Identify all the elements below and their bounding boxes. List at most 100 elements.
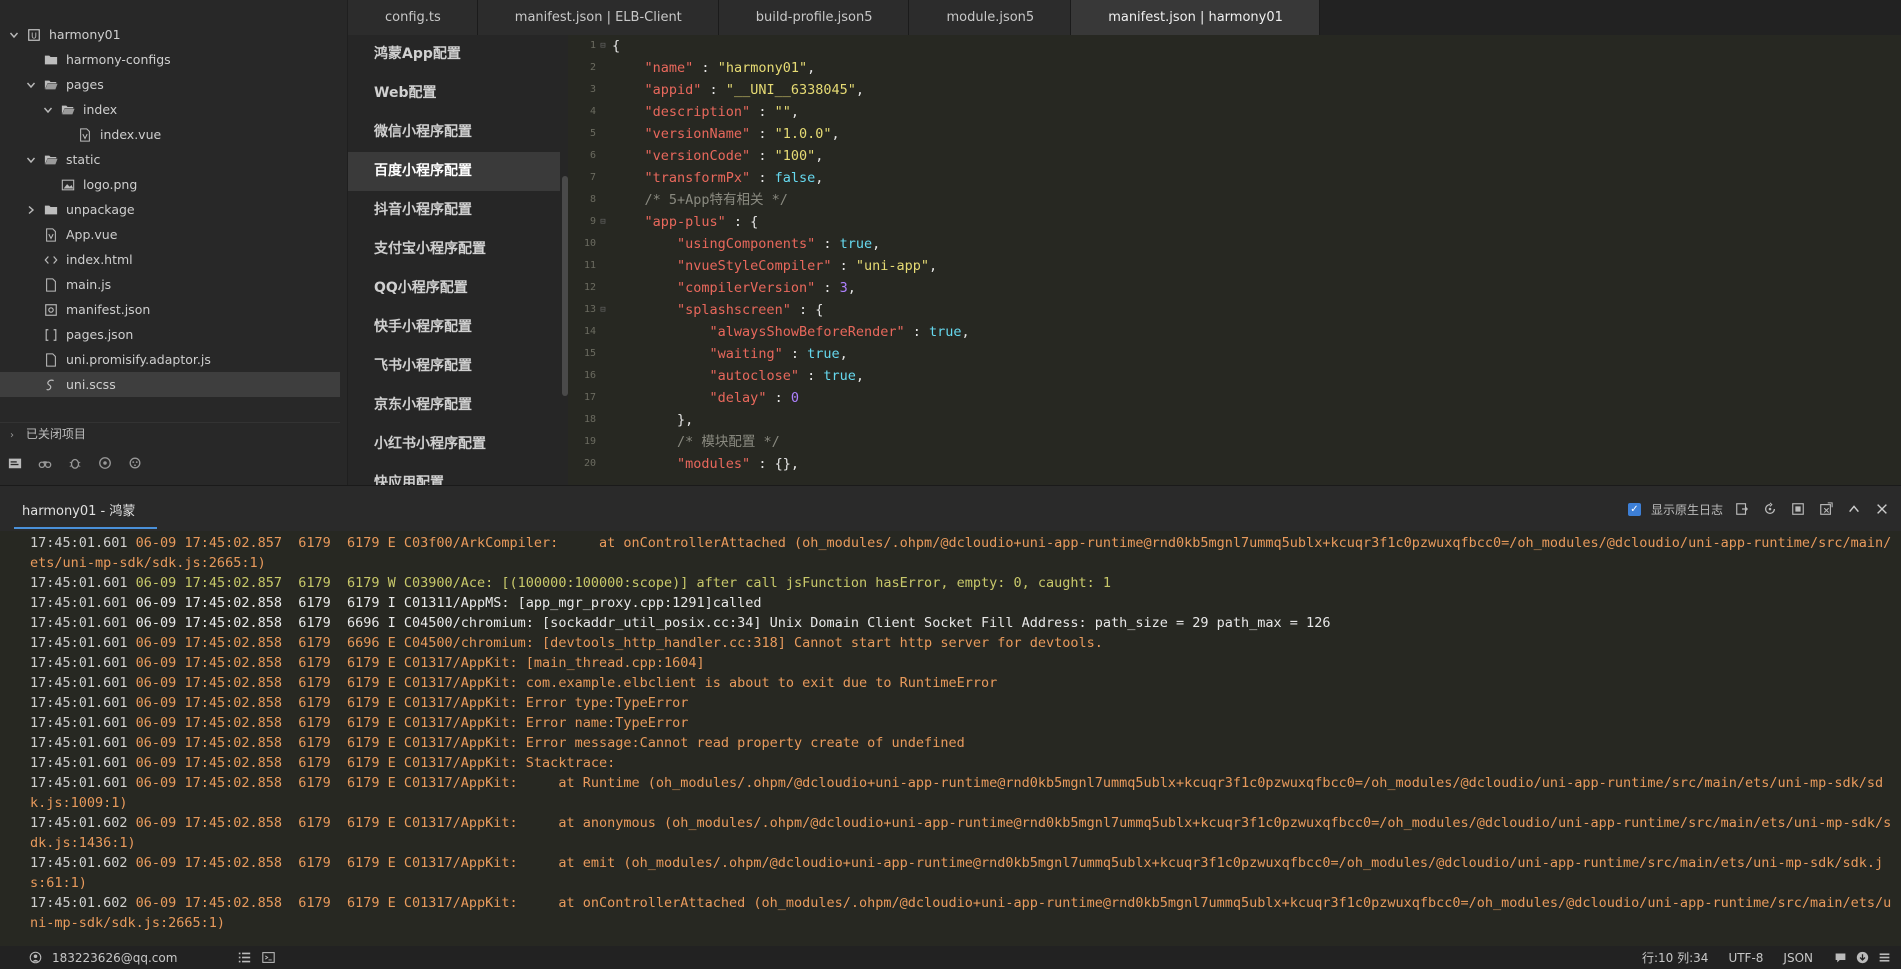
config-nav-item[interactable]: 快应用配置 bbox=[348, 464, 560, 485]
line-number: 4 bbox=[589, 106, 596, 117]
config-nav-item[interactable]: Web配置 bbox=[348, 74, 560, 113]
log-line: 17:45:01.601 06-09 17:45:02.858 6179 617… bbox=[30, 753, 1892, 773]
code-line: 9 ⊟ "app-plus" : { bbox=[568, 211, 1901, 233]
code-text: "usingComponents" : true, bbox=[608, 233, 880, 255]
user-icon[interactable] bbox=[28, 951, 42, 965]
editor-tab[interactable]: manifest.json | ELB-Client bbox=[477, 0, 719, 35]
closed-projects-section[interactable]: › 已关闭项目 bbox=[0, 422, 340, 444]
config-nav-item[interactable]: 京东小程序配置 bbox=[348, 386, 560, 425]
log-timestamp: 17:45:01.601 bbox=[30, 695, 128, 711]
log-timestamp: 17:45:01.601 bbox=[30, 675, 128, 691]
chevron-down-icon[interactable] bbox=[25, 79, 37, 91]
stop-icon[interactable] bbox=[1789, 500, 1807, 518]
line-number: 12 bbox=[583, 282, 596, 293]
tree-item[interactable]: static bbox=[0, 147, 340, 172]
chat-icon[interactable] bbox=[1833, 951, 1847, 965]
editor-tab[interactable]: module.json5 bbox=[909, 0, 1072, 35]
download-icon[interactable] bbox=[1855, 951, 1869, 965]
svg-text:U: U bbox=[31, 31, 37, 40]
tree-item[interactable]: index.vue bbox=[0, 122, 340, 147]
clear-console-icon[interactable] bbox=[1817, 500, 1835, 518]
line-number: 6 bbox=[589, 150, 596, 161]
language-mode[interactable]: JSON bbox=[1783, 951, 1813, 965]
fold-marker bbox=[598, 343, 608, 365]
config-nav-item[interactable]: 鸿蒙App配置 bbox=[348, 35, 560, 74]
tree-item[interactable]: Uharmony01 bbox=[0, 22, 340, 47]
fold-marker[interactable]: ⊟ bbox=[598, 211, 608, 233]
code-token: "usingComponents" bbox=[677, 236, 816, 252]
list-icon[interactable] bbox=[237, 951, 251, 965]
tree-item[interactable]: harmony-configs bbox=[0, 47, 340, 72]
config-nav-item[interactable]: 抖音小程序配置 bbox=[348, 191, 560, 230]
status-bar: 183223626@qq.com 行:10 列:34 UTF-8 JSON bbox=[0, 946, 1901, 969]
code-text: "name" : "harmony01", bbox=[608, 57, 816, 79]
file-icon bbox=[43, 352, 59, 368]
code-token: : bbox=[766, 390, 791, 406]
config-nav-item[interactable]: 飞书小程序配置 bbox=[348, 347, 560, 386]
cursor-position[interactable]: 行:10 列:34 bbox=[1642, 949, 1708, 966]
code-editor[interactable]: 1 ⊟{2 "name" : "harmony01", 3 "appid" : "_… bbox=[568, 35, 1901, 485]
config-nav-item[interactable]: 支付宝小程序配置 bbox=[348, 230, 560, 269]
tree-item[interactable]: logo.png bbox=[0, 172, 340, 197]
log-text: 06-09 17:45:02.858 6179 6696 E C04500/ch… bbox=[127, 635, 1103, 651]
tree-item[interactable]: App.vue bbox=[0, 222, 340, 247]
fold-marker bbox=[598, 101, 608, 123]
config-nav-item[interactable]: 微信小程序配置 bbox=[348, 113, 560, 152]
config-nav-item[interactable]: QQ小程序配置 bbox=[348, 269, 560, 308]
chevron-down-icon[interactable] bbox=[42, 104, 54, 116]
chevron-right-icon[interactable] bbox=[25, 204, 37, 216]
fold-marker bbox=[598, 255, 608, 277]
settings-icon[interactable] bbox=[126, 454, 144, 472]
project-manager-icon[interactable] bbox=[6, 454, 24, 472]
user-account[interactable]: 183223626@qq.com bbox=[52, 951, 177, 965]
config-nav-item[interactable]: 快手小程序配置 bbox=[348, 308, 560, 347]
file-encoding[interactable]: UTF-8 bbox=[1728, 951, 1763, 965]
fold-marker bbox=[598, 79, 608, 101]
code-token: , bbox=[929, 258, 938, 274]
close-icon[interactable] bbox=[1873, 500, 1891, 518]
fold-marker[interactable]: ⊟ bbox=[598, 35, 608, 57]
restart-icon[interactable] bbox=[1761, 500, 1779, 518]
bug-icon[interactable] bbox=[66, 454, 84, 472]
tree-item[interactable]: index bbox=[0, 97, 340, 122]
config-nav-item[interactable]: 百度小程序配置 bbox=[348, 152, 560, 191]
menu-icon[interactable] bbox=[1877, 951, 1891, 965]
fold-marker[interactable]: ⊟ bbox=[598, 299, 608, 321]
code-token: "waiting" bbox=[709, 346, 783, 362]
tree-item[interactable]: uni.promisify.adaptor.js bbox=[0, 347, 340, 372]
terminal-icon[interactable] bbox=[261, 951, 275, 965]
editor-tab[interactable]: build-profile.json5 bbox=[718, 0, 910, 35]
tree-item[interactable]: pages bbox=[0, 72, 340, 97]
log-text: 06-09 17:45:02.858 6179 6179 E C01317/Ap… bbox=[30, 855, 1884, 891]
git-icon[interactable] bbox=[96, 454, 114, 472]
code-line: 5 "versionName" : "1.0.0", bbox=[568, 123, 1901, 145]
tree-item[interactable]: unpackage bbox=[0, 197, 340, 222]
binoculars-icon[interactable] bbox=[36, 454, 54, 472]
code-token: "alwaysShowBeforeRender" bbox=[709, 324, 905, 340]
console-tab[interactable]: harmony01 - 鸿蒙 bbox=[14, 499, 157, 529]
log-line: 17:45:01.601 06-09 17:45:02.858 6179 617… bbox=[30, 773, 1892, 813]
tree-item-label: uni.scss bbox=[66, 377, 116, 392]
chevron-down-icon[interactable] bbox=[8, 29, 20, 41]
tree-item[interactable]: main.js bbox=[0, 272, 340, 297]
config-nav-item[interactable]: 小红书小程序配置 bbox=[348, 425, 560, 464]
export-log-icon[interactable] bbox=[1733, 500, 1751, 518]
editor-tab[interactable]: config.ts bbox=[348, 0, 478, 35]
tree-item[interactable]: index.html bbox=[0, 247, 340, 272]
chevron-up-icon[interactable] bbox=[1845, 500, 1863, 518]
tree-item[interactable]: uni.scss bbox=[0, 372, 340, 397]
tree-item-label: logo.png bbox=[83, 177, 138, 192]
chevron-down-icon[interactable] bbox=[25, 154, 37, 166]
console-log[interactable]: 17:45:01.601 06-09 17:45:02.857 6179 617… bbox=[0, 531, 1901, 933]
editor-tab[interactable]: manifest.json | harmony01 bbox=[1071, 0, 1320, 35]
code-line: 1 ⊟{ bbox=[568, 35, 1901, 57]
log-timestamp: 17:45:01.601 bbox=[30, 615, 128, 631]
tree-item[interactable]: manifest.json bbox=[0, 297, 340, 322]
show-native-log-checkbox[interactable]: ✓ bbox=[1627, 502, 1641, 516]
tree-item[interactable]: pages.json bbox=[0, 322, 340, 347]
